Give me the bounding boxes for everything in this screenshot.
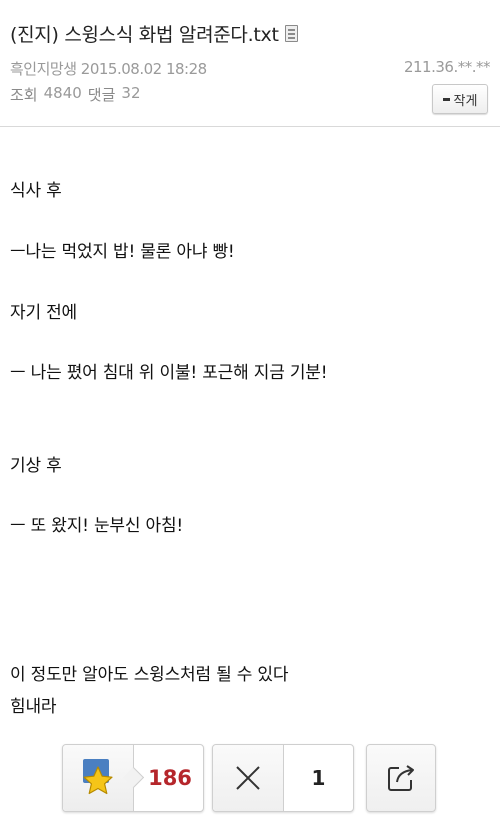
author-datetime: 흑인지망생 2015.08.02 18:28 [10, 58, 207, 79]
action-bar: 186 1 [0, 744, 500, 814]
body-line: ㅡ 또 왔지! 눈부신 아침! [10, 516, 184, 536]
stats-row: 조회 4840 댓글 32 [10, 84, 141, 105]
recommend-count: 186 [148, 766, 192, 790]
comments-count[interactable]: 32 [121, 84, 140, 105]
share-icon [388, 765, 414, 791]
title-row: (진지) 스윙스식 화법 알려준다.txt [10, 20, 298, 47]
views-label: 조회 [10, 86, 38, 104]
body-line: 기상 후 [10, 456, 62, 476]
comments-label: 댓글 [87, 86, 116, 104]
x-icon [236, 766, 260, 790]
post-header: (진지) 스윙스식 화법 알려준다.txt 흑인지망생 2015.08.02 1… [0, 0, 500, 127]
author-ip: 211.36.**.** [403, 58, 491, 76]
post-title: (진지) 스윙스식 화법 알려준다.txt [10, 24, 279, 46]
meta-row: 흑인지망생 2015.08.02 18:28 211.36.**.** [10, 58, 491, 79]
recommend-button[interactable]: 186 [62, 744, 204, 812]
file-icon [284, 25, 298, 42]
views-count: 4840 [43, 84, 82, 102]
dislike-button[interactable]: 1 [212, 744, 354, 812]
author-name[interactable]: 흑인지망생 [10, 60, 77, 78]
font-size-button[interactable]: 작게 [432, 84, 488, 114]
body-line: ㅡ 나는 폈어 침대 위 이불! 포근해 지금 기분! [10, 363, 328, 383]
body-line: ㅡ나는 먹었지 밥! 물론 아냐 빵! [10, 242, 235, 262]
minus-icon [442, 97, 450, 101]
body-line: 힘내라 [10, 697, 57, 717]
star-icon [83, 759, 113, 795]
body-line: 자기 전에 [10, 303, 77, 323]
dislike-icon-area[interactable] [213, 745, 284, 811]
font-size-button-label: 작게 [453, 93, 478, 109]
body-line: 식사 후 [10, 181, 62, 201]
dislike-count: 1 [311, 766, 326, 790]
post-datetime: 2015.08.02 18:28 [80, 60, 207, 78]
share-button[interactable] [366, 744, 436, 812]
body-line: 이 정도만 알아도 스윙스처럼 될 수 있다 [10, 665, 289, 685]
